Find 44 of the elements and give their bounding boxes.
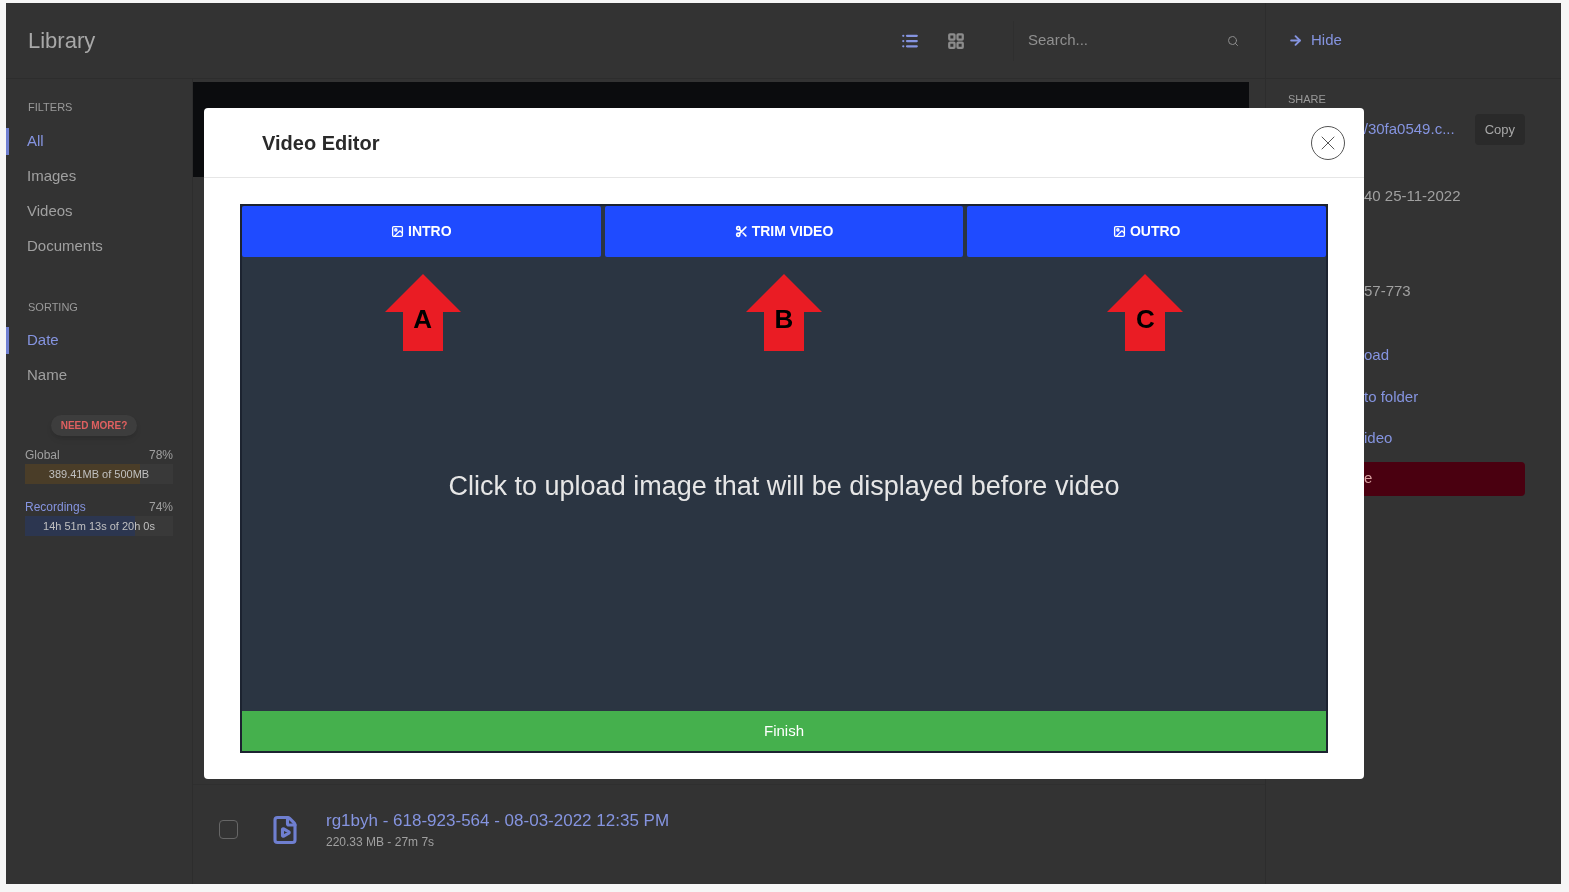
- sidebar-item[interactable]: Images: [6, 164, 77, 188]
- share-link[interactable]: /30fa0549.c...: [1363, 118, 1455, 141]
- file-name[interactable]: rg1byh - 618-923-564 - 08-03-2022 12:35 PM: [326, 807, 670, 834]
- usage-detail: 14h 51m 13s of 20h 0s: [43, 518, 155, 534]
- usage-label[interactable]: Recordings: [25, 498, 86, 516]
- finish-button[interactable]: Finish: [242, 711, 1326, 751]
- library-title: Library: [28, 28, 96, 53]
- sidebar-item[interactable]: Date: [6, 329, 59, 352]
- grid-view-icon[interactable]: [947, 31, 965, 50]
- usage-label: Global: [25, 447, 60, 464]
- sidebar-item[interactable]: All: [6, 129, 44, 153]
- action-link[interactable]: to folder: [1364, 385, 1525, 408]
- image-icon: [391, 225, 405, 238]
- row-checkbox[interactable]: [219, 820, 238, 839]
- editor-tab[interactable]: OUTRO: [967, 206, 1326, 257]
- upload-prompt[interactable]: Click to upload image that will be displayed before video: [448, 465, 1120, 507]
- search-field[interactable]: Search...: [1028, 29, 1227, 52]
- hide-link[interactable]: Hide: [1288, 29, 1342, 52]
- annotation-letter: C: [1134, 303, 1156, 336]
- sidebar-item[interactable]: Documents: [6, 234, 103, 258]
- arrow-right-icon: [1288, 33, 1303, 48]
- image-icon: [1112, 225, 1126, 238]
- dialog-title: Video Editor: [262, 130, 380, 156]
- annotation-letter: B: [773, 303, 795, 336]
- sidebar-item[interactable]: Videos: [6, 199, 73, 223]
- action-link[interactable]: oad: [1364, 344, 1525, 367]
- date-text: 40 25-11-2022: [1363, 186, 1462, 206]
- code-text: 57-773: [1363, 280, 1412, 301]
- video-file-icon: [270, 814, 300, 845]
- editor-tab[interactable]: TRIM VIDEO: [604, 206, 964, 257]
- need-more-button[interactable]: NEED MORE?: [50, 415, 138, 436]
- section-heading: FILTERS: [27, 100, 74, 115]
- usage-detail: 389.41MB of 500MB: [48, 466, 150, 482]
- annotation-letter: A: [412, 303, 434, 336]
- copy-button[interactable]: Copy: [1474, 113, 1525, 145]
- section-heading: SORTING: [27, 299, 79, 315]
- editor-tab[interactable]: INTRO: [242, 206, 601, 257]
- scissors-icon: [734, 225, 748, 238]
- action-link[interactable]: ideo: [1364, 427, 1525, 450]
- usage-percent: 78%: [148, 447, 173, 464]
- usage-percent: 74%: [148, 499, 173, 516]
- share-heading: SHARE: [1288, 92, 1327, 107]
- sidebar-item[interactable]: Name: [6, 364, 67, 387]
- file-meta: 220.33 MB - 27m 7s: [326, 834, 436, 852]
